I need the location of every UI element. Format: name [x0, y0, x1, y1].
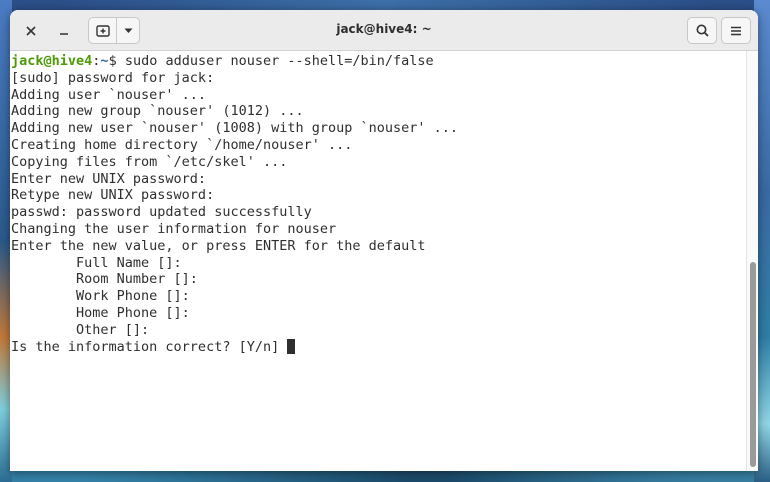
output-line: Adding user `nouser' ...: [11, 86, 207, 103]
output-line: Copying files from `/etc/skel' ...: [11, 153, 288, 170]
output-line: Room Number []:: [11, 271, 198, 288]
output-line: Retype new UNIX password:: [11, 187, 215, 204]
output-line: Full Name []:: [11, 254, 182, 271]
command-text: sudo adduser nouser --shell=/bin/false: [116, 53, 434, 69]
output-line: Adding new group `nouser' (1012) ...: [11, 103, 304, 120]
output-line: Creating home directory `/home/nouser' .…: [11, 136, 353, 153]
window-title: jack@hive4: ~: [336, 22, 432, 36]
search-button[interactable]: [687, 17, 717, 44]
menu-button[interactable]: [721, 17, 751, 44]
terminal-output[interactable]: jack@hive4:~$ sudo adduser nouser --shel…: [10, 51, 746, 471]
scrollbar-thumb[interactable]: [750, 262, 756, 467]
terminal-window: jack@hive4: ~ jack@hive4:~$ sudo adduser…: [10, 10, 758, 471]
output-line: Enter new UNIX password:: [11, 170, 207, 187]
vertical-scrollbar[interactable]: [746, 51, 758, 471]
confirmation-prompt: Is the information correct? [Y/n]: [11, 338, 288, 355]
output-line: Work Phone []:: [11, 288, 190, 305]
output-line: Other []:: [11, 321, 150, 338]
output-line: passwd: password updated successfully: [11, 204, 312, 221]
output-line: Changing the user information for nouser: [11, 220, 337, 237]
prompt-path: ~: [100, 53, 109, 69]
output-line: Adding new user `nouser' (1008) with gro…: [11, 120, 459, 137]
prompt-symbol: $: [108, 53, 117, 69]
output-line: Enter the new value, or press ENTER for …: [11, 237, 426, 254]
hamburger-menu-icon: [731, 26, 741, 35]
output-line: [sudo] password for jack:: [11, 69, 215, 86]
current-input-line: Is the information correct? [Y/n]: [11, 338, 746, 356]
search-icon: [696, 24, 709, 37]
prompt-user: jack@hive4: [11, 53, 93, 69]
title-bar: jack@hive4: ~: [10, 10, 758, 51]
text-cursor: [287, 338, 296, 354]
command-line: jack@hive4:~$ sudo adduser nouser --shel…: [11, 53, 746, 70]
output-line: Home Phone []:: [11, 304, 190, 321]
